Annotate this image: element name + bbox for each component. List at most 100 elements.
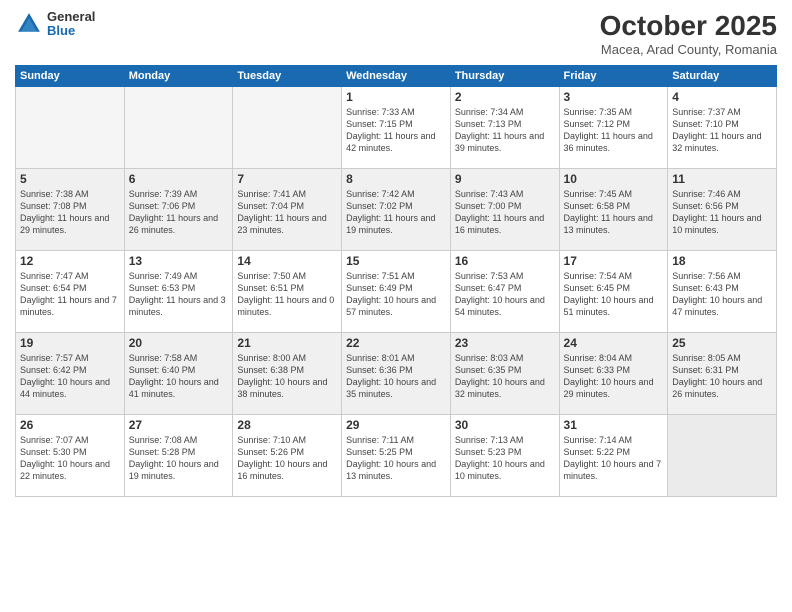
calendar-cell: 26 Sunrise: 7:07 AM Sunset: 5:30 PM Dayli…: [16, 415, 125, 497]
calendar-cell: 6Sunrise: 7:39 AM Sunset: 7:06 PM Daylig…: [124, 169, 233, 251]
weekday-header-monday: Monday: [124, 66, 233, 87]
logo-icon: [15, 10, 43, 38]
day-info: Sunrise: 7:34 AM Sunset: 7:13 PM Dayligh…: [455, 106, 555, 155]
weekday-header-sunday: Sunday: [16, 66, 125, 87]
day-info: Sunrise: 7:37 AM Sunset: 7:10 PM Dayligh…: [672, 106, 772, 155]
day-number: 19: [20, 336, 120, 350]
day-number: 31: [564, 418, 664, 432]
calendar-cell: 10 Sunrise: 7:45 AM Sunset: 6:58 PM Dayli…: [559, 169, 668, 251]
day-info: Sunrise: 7:11 AM Sunset: 5:25 PM Dayligh…: [346, 434, 446, 483]
day-info: Sunrise: 7:43 AM Sunset: 7:00 PM Dayligh…: [455, 188, 555, 237]
calendar-cell: [124, 87, 233, 169]
day-number: 18: [672, 254, 772, 268]
day-info: Sunrise: 7:57 AM Sunset: 6:42 PM Dayligh…: [20, 352, 120, 401]
week-row-4: 26 Sunrise: 7:07 AM Sunset: 5:30 PM Dayli…: [16, 415, 777, 497]
calendar-cell: 11Sunrise: 7:46 AM Sunset: 6:56 PM Dayli…: [668, 169, 777, 251]
week-row-2: 12Sunrise: 7:47 AM Sunset: 6:54 PM Dayli…: [16, 251, 777, 333]
calendar-cell: 28 Sunrise: 7:10 AM Sunset: 5:26 PM Dayli…: [233, 415, 342, 497]
calendar-cell: 3Sunrise: 7:35 AM Sunset: 7:12 PM Daylig…: [559, 87, 668, 169]
logo-blue-text: Blue: [47, 24, 95, 38]
calendar-cell: 15 Sunrise: 7:51 AM Sunset: 6:49 PM Dayli…: [342, 251, 451, 333]
calendar-cell: 20 Sunrise: 7:58 AM Sunset: 6:40 PM Dayli…: [124, 333, 233, 415]
day-info: Sunrise: 7:58 AM Sunset: 6:40 PM Dayligh…: [129, 352, 229, 401]
calendar-cell: 30Sunrise: 7:13 AM Sunset: 5:23 PM Dayli…: [450, 415, 559, 497]
day-info: Sunrise: 7:51 AM Sunset: 6:49 PM Dayligh…: [346, 270, 446, 319]
day-info: Sunrise: 7:42 AM Sunset: 7:02 PM Dayligh…: [346, 188, 446, 237]
day-number: 29: [346, 418, 446, 432]
month-title: October 2025: [600, 10, 777, 42]
day-info: Sunrise: 7:35 AM Sunset: 7:12 PM Dayligh…: [564, 106, 664, 155]
day-info: Sunrise: 7:38 AM Sunset: 7:08 PM Dayligh…: [20, 188, 120, 237]
calendar-cell: 4Sunrise: 7:37 AM Sunset: 7:10 PM Daylig…: [668, 87, 777, 169]
day-number: 26: [20, 418, 120, 432]
calendar-cell: 8 Sunrise: 7:42 AM Sunset: 7:02 PM Daylig…: [342, 169, 451, 251]
calendar-cell: 31 Sunrise: 7:14 AM Sunset: 5:22 PM Dayli…: [559, 415, 668, 497]
day-info: Sunrise: 7:41 AM Sunset: 7:04 PM Dayligh…: [237, 188, 337, 237]
day-info: Sunrise: 8:04 AM Sunset: 6:33 PM Dayligh…: [564, 352, 664, 401]
day-number: 15: [346, 254, 446, 268]
weekday-header-friday: Friday: [559, 66, 668, 87]
day-number: 10: [564, 172, 664, 186]
week-row-0: 1Sunrise: 7:33 AM Sunset: 7:15 PM Daylig…: [16, 87, 777, 169]
day-number: 24: [564, 336, 664, 350]
day-number: 23: [455, 336, 555, 350]
logo: General Blue: [15, 10, 95, 39]
day-number: 17: [564, 254, 664, 268]
day-number: 20: [129, 336, 229, 350]
day-info: Sunrise: 8:03 AM Sunset: 6:35 PM Dayligh…: [455, 352, 555, 401]
calendar-cell: 16 Sunrise: 7:53 AM Sunset: 6:47 PM Dayli…: [450, 251, 559, 333]
day-info: Sunrise: 8:05 AM Sunset: 6:31 PM Dayligh…: [672, 352, 772, 401]
day-info: Sunrise: 7:53 AM Sunset: 6:47 PM Dayligh…: [455, 270, 555, 319]
calendar-cell: [233, 87, 342, 169]
day-number: 21: [237, 336, 337, 350]
day-info: Sunrise: 7:45 AM Sunset: 6:58 PM Dayligh…: [564, 188, 664, 237]
day-number: 7: [237, 172, 337, 186]
calendar-cell: 1Sunrise: 7:33 AM Sunset: 7:15 PM Daylig…: [342, 87, 451, 169]
calendar-cell: 9Sunrise: 7:43 AM Sunset: 7:00 PM Daylig…: [450, 169, 559, 251]
subtitle: Macea, Arad County, Romania: [600, 42, 777, 57]
calendar-cell: 7 Sunrise: 7:41 AM Sunset: 7:04 PM Daylig…: [233, 169, 342, 251]
calendar-cell: 21Sunrise: 8:00 AM Sunset: 6:38 PM Dayli…: [233, 333, 342, 415]
calendar-cell: 19 Sunrise: 7:57 AM Sunset: 6:42 PM Dayli…: [16, 333, 125, 415]
day-info: Sunrise: 7:46 AM Sunset: 6:56 PM Dayligh…: [672, 188, 772, 237]
calendar-cell: 27Sunrise: 7:08 AM Sunset: 5:28 PM Dayli…: [124, 415, 233, 497]
day-info: Sunrise: 7:07 AM Sunset: 5:30 PM Dayligh…: [20, 434, 120, 483]
day-info: Sunrise: 7:49 AM Sunset: 6:53 PM Dayligh…: [129, 270, 229, 319]
calendar-cell: 17 Sunrise: 7:54 AM Sunset: 6:45 PM Dayli…: [559, 251, 668, 333]
day-number: 28: [237, 418, 337, 432]
day-number: 2: [455, 90, 555, 104]
calendar-cell: 2 Sunrise: 7:34 AM Sunset: 7:13 PM Daylig…: [450, 87, 559, 169]
day-info: Sunrise: 7:14 AM Sunset: 5:22 PM Dayligh…: [564, 434, 664, 483]
weekday-header-wednesday: Wednesday: [342, 66, 451, 87]
day-info: Sunrise: 7:33 AM Sunset: 7:15 PM Dayligh…: [346, 106, 446, 155]
day-number: 8: [346, 172, 446, 186]
calendar-cell: 13 Sunrise: 7:49 AM Sunset: 6:53 PM Dayli…: [124, 251, 233, 333]
week-row-3: 19 Sunrise: 7:57 AM Sunset: 6:42 PM Dayli…: [16, 333, 777, 415]
day-number: 13: [129, 254, 229, 268]
calendar-cell: 14Sunrise: 7:50 AM Sunset: 6:51 PM Dayli…: [233, 251, 342, 333]
calendar-cell: 23 Sunrise: 8:03 AM Sunset: 6:35 PM Dayli…: [450, 333, 559, 415]
title-block: October 2025 Macea, Arad County, Romania: [600, 10, 777, 57]
day-number: 25: [672, 336, 772, 350]
day-number: 16: [455, 254, 555, 268]
day-info: Sunrise: 7:13 AM Sunset: 5:23 PM Dayligh…: [455, 434, 555, 483]
weekday-header-row: SundayMondayTuesdayWednesdayThursdayFrid…: [16, 66, 777, 87]
week-row-1: 5 Sunrise: 7:38 AM Sunset: 7:08 PM Daylig…: [16, 169, 777, 251]
day-number: 6: [129, 172, 229, 186]
calendar-cell: 24 Sunrise: 8:04 AM Sunset: 6:33 PM Dayli…: [559, 333, 668, 415]
day-number: 12: [20, 254, 120, 268]
day-number: 5: [20, 172, 120, 186]
logo-text: General Blue: [47, 10, 95, 39]
day-number: 27: [129, 418, 229, 432]
header: General Blue October 2025 Macea, Arad Co…: [15, 10, 777, 57]
weekday-header-saturday: Saturday: [668, 66, 777, 87]
day-info: Sunrise: 7:10 AM Sunset: 5:26 PM Dayligh…: [237, 434, 337, 483]
weekday-header-tuesday: Tuesday: [233, 66, 342, 87]
day-info: Sunrise: 7:54 AM Sunset: 6:45 PM Dayligh…: [564, 270, 664, 319]
day-info: Sunrise: 7:56 AM Sunset: 6:43 PM Dayligh…: [672, 270, 772, 319]
calendar-cell: 25 Sunrise: 8:05 AM Sunset: 6:31 PM Dayli…: [668, 333, 777, 415]
day-info: Sunrise: 8:01 AM Sunset: 6:36 PM Dayligh…: [346, 352, 446, 401]
day-number: 14: [237, 254, 337, 268]
calendar-cell: [16, 87, 125, 169]
calendar: SundayMondayTuesdayWednesdayThursdayFrid…: [15, 65, 777, 497]
